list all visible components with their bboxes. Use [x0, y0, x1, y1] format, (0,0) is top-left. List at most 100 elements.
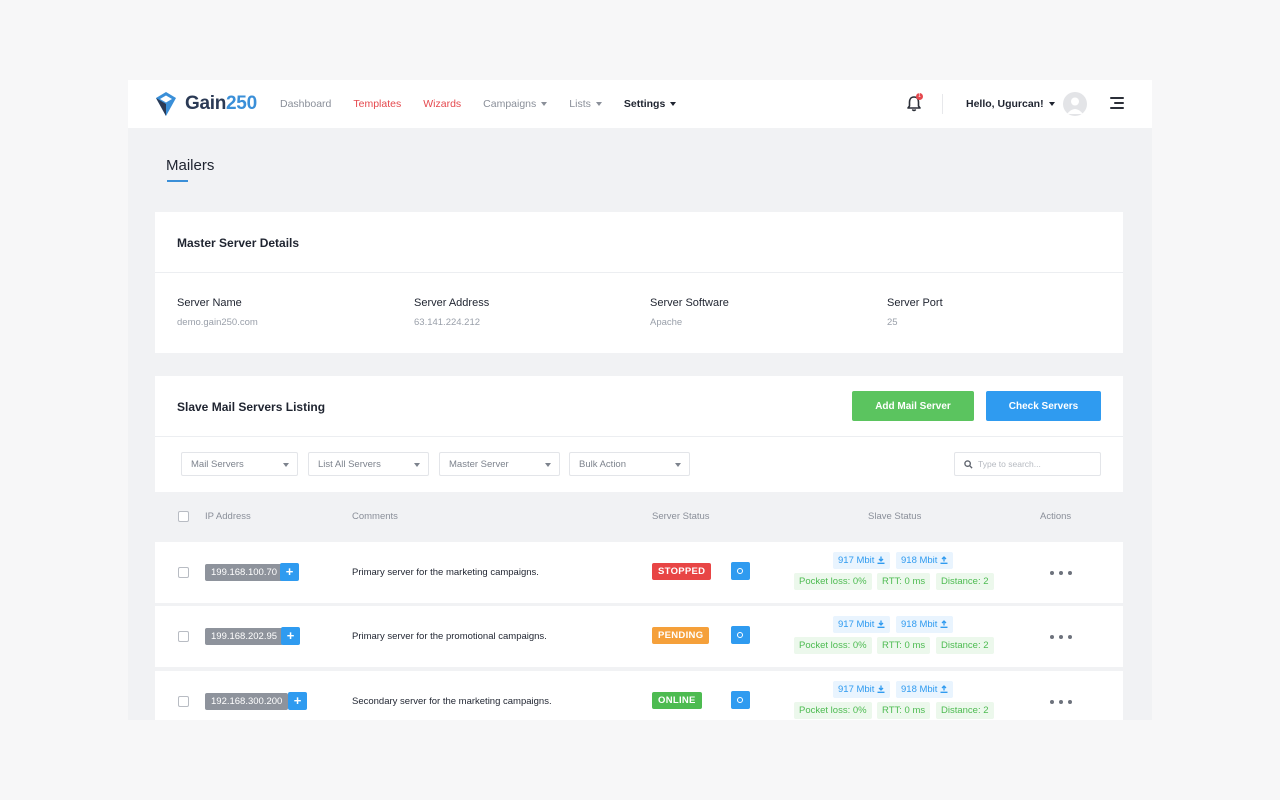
nav-dashboard[interactable]: Dashboard: [280, 98, 331, 110]
ip-address-badge: 199.168.100.70: [205, 564, 284, 581]
more-actions-icon[interactable]: [1050, 635, 1072, 639]
select-all-checkbox[interactable]: [178, 511, 189, 522]
distance: Distance: 2: [936, 702, 994, 719]
status-badge: PENDING: [652, 627, 710, 644]
download-icon: [877, 620, 885, 628]
top-bar: Gain250 Dashboard Templates Wizards Camp…: [128, 80, 1152, 128]
ip-address-badge: 192.168.300.200: [205, 693, 289, 710]
download-speed: 917 Mbit: [833, 552, 891, 569]
user-icon: [1067, 97, 1083, 114]
avatar[interactable]: [1063, 92, 1087, 116]
divider: [155, 272, 1123, 273]
chevron-down-icon: [545, 463, 551, 467]
download-speed: 917 Mbit: [833, 681, 891, 698]
table-row: 199.168.202.95 + Primary server for the pr…: [155, 606, 1123, 667]
chevron-down-icon: [1048, 102, 1055, 106]
packet-loss: Pocket loss: 0%: [794, 637, 872, 654]
slave-servers-card: Slave Mail Servers Listing Add Mail Serv…: [155, 376, 1123, 720]
chevron-down-icon: [283, 463, 289, 467]
status-badge: ONLINE: [652, 692, 702, 709]
logo[interactable]: Gain250: [154, 90, 257, 118]
add-mail-server-button[interactable]: Add Mail Server: [852, 391, 974, 421]
rtt: RTT: 0 ms: [877, 573, 931, 590]
upload-speed: 918 Mbit: [896, 616, 954, 633]
nav-templates[interactable]: Templates: [353, 98, 401, 110]
table-row: 192.168.300.200 + Secondary server for the…: [155, 671, 1123, 720]
download-speed: 917 Mbit: [833, 616, 891, 633]
col-slave-status: Slave Status: [868, 511, 922, 522]
upload-icon: [940, 685, 948, 693]
row-comment: Primary server for the promotional campa…: [352, 631, 547, 642]
detail-server-name: Server Name demo.gain250.com: [177, 297, 258, 328]
chevron-down-icon: [595, 102, 602, 106]
upload-icon: [940, 556, 948, 564]
filter-master-server[interactable]: Master Server: [439, 452, 560, 476]
title-underline: [167, 180, 188, 182]
search-icon: [964, 460, 973, 469]
search-input[interactable]: Type to search...: [954, 452, 1101, 476]
col-ip-address: IP Address: [205, 511, 251, 522]
gear-icon[interactable]: [731, 626, 750, 644]
ip-address-badge: 199.168.202.95: [205, 628, 284, 645]
hamburger-menu-icon[interactable]: [1110, 97, 1124, 109]
distance: Distance: 2: [936, 637, 994, 654]
col-actions: Actions: [1040, 511, 1072, 522]
logo-text: Gain250: [185, 93, 257, 114]
divider: [155, 436, 1123, 437]
notification-badge: 1: [916, 93, 923, 100]
gear-icon[interactable]: [731, 562, 750, 580]
detail-server-software: Server Software Apache: [650, 297, 729, 328]
master-server-card: Master Server Details Server Name demo.g…: [155, 212, 1123, 353]
download-icon: [877, 556, 885, 564]
nav-lists[interactable]: Lists: [569, 98, 602, 110]
master-card-title: Master Server Details: [177, 236, 300, 250]
nav-campaigns[interactable]: Campaigns: [483, 98, 548, 110]
expand-row-button[interactable]: +: [281, 627, 300, 645]
rtt: RTT: 0 ms: [877, 637, 931, 654]
slave-card-header: Slave Mail Servers Listing Add Mail Serv…: [155, 376, 1123, 492]
filter-bulk-action[interactable]: Bulk Action: [569, 452, 690, 476]
status-badge: STOPPED: [652, 563, 712, 580]
table-header: IP Address Comments Server Status Slave …: [155, 492, 1123, 542]
chevron-down-icon: [541, 102, 548, 106]
gear-icon[interactable]: [731, 691, 750, 709]
row-comment: Primary server for the marketing campaig…: [352, 567, 539, 578]
divider: [942, 94, 943, 114]
app-window: Gain250 Dashboard Templates Wizards Camp…: [128, 80, 1152, 720]
expand-row-button[interactable]: +: [288, 692, 307, 710]
more-actions-icon[interactable]: [1050, 700, 1072, 704]
table-row: 199.168.100.70 + Primary server for the ma…: [155, 542, 1123, 603]
chevron-down-icon: [675, 463, 681, 467]
more-actions-icon[interactable]: [1050, 571, 1072, 575]
nav-wizards[interactable]: Wizards: [423, 98, 461, 110]
main-nav: Dashboard Templates Wizards Campaigns Li…: [280, 80, 698, 128]
row-checkbox[interactable]: [178, 567, 189, 578]
detail-server-address: Server Address 63.141.224.212: [414, 297, 490, 328]
filter-list-servers[interactable]: List All Servers: [308, 452, 429, 476]
check-servers-button[interactable]: Check Servers: [986, 391, 1101, 421]
rtt: RTT: 0 ms: [877, 702, 931, 719]
row-checkbox[interactable]: [178, 631, 189, 642]
chevron-down-icon: [414, 463, 420, 467]
user-menu[interactable]: Hello, Ugurcan!: [966, 80, 1055, 128]
page-title: Mailers: [166, 157, 215, 174]
nav-settings[interactable]: Settings: [624, 98, 677, 110]
row-checkbox[interactable]: [178, 696, 189, 707]
detail-server-port: Server Port 25: [887, 297, 943, 328]
filter-mail-servers[interactable]: Mail Servers: [181, 452, 298, 476]
upload-speed: 918 Mbit: [896, 681, 954, 698]
upload-speed: 918 Mbit: [896, 552, 954, 569]
chevron-down-icon: [670, 102, 677, 106]
logo-icon: [156, 92, 176, 116]
upload-icon: [940, 620, 948, 628]
col-server-status: Server Status: [652, 511, 710, 522]
slave-card-title: Slave Mail Servers Listing: [177, 400, 326, 414]
packet-loss: Pocket loss: 0%: [794, 702, 872, 719]
distance: Distance: 2: [936, 573, 994, 590]
download-icon: [877, 685, 885, 693]
packet-loss: Pocket loss: 0%: [794, 573, 872, 590]
notifications-button[interactable]: 1: [904, 93, 924, 114]
row-comment: Secondary server for the marketing campa…: [352, 696, 552, 707]
col-comments: Comments: [352, 511, 398, 522]
expand-row-button[interactable]: +: [280, 563, 299, 581]
